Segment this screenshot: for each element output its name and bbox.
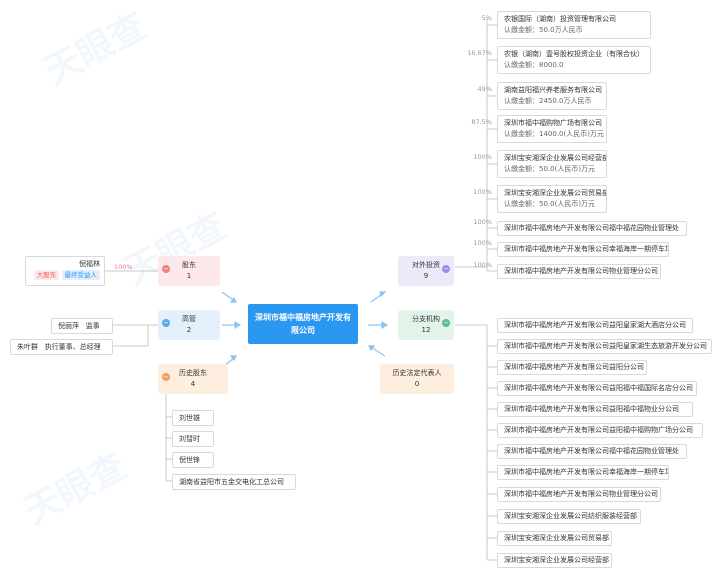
- investment-percent: 5%: [481, 14, 492, 22]
- branch-node[interactable]: 深圳宝安湘深企业发展公司纺织服装经营部: [497, 509, 641, 524]
- investment-capital: 认缴金额：50.0万人民币: [504, 26, 583, 34]
- investment-percent: 16.67%: [467, 49, 492, 57]
- category-branches[interactable]: 分支机构 12 −: [398, 310, 454, 340]
- investment-name: 深圳宝安湘深企业发展公司经营部: [504, 154, 607, 162]
- investment-percent: 100%: [473, 261, 492, 269]
- branch-node[interactable]: 深圳市福中福房地产开发有限公司益阳皇家湖大酒店分公司: [497, 318, 693, 333]
- executive-node[interactable]: 倪丽萍 监事: [51, 318, 113, 334]
- category-executives[interactable]: 高管 2 −: [158, 310, 220, 340]
- investment-capital: 认缴金额：8000.0: [504, 61, 564, 69]
- investment-node[interactable]: 湖南益阳福兴养老服务有限公司 认缴金额：2450.0万人民币: [497, 82, 607, 110]
- branch-node[interactable]: 深圳市福中福房地产开发有限公司益阳福中福购物广场分公司: [497, 423, 703, 438]
- collapse-icon[interactable]: −: [442, 265, 450, 273]
- branch-node[interactable]: 深圳宝安湘深企业发展公司经营部: [497, 553, 612, 568]
- executive-name: 倪丽萍: [58, 322, 79, 330]
- investment-capital: 认缴金额：2450.0万人民币: [504, 97, 592, 105]
- center-company-name: 深圳市福中福房地产开发有限公司: [255, 313, 351, 335]
- investment-capital: 认缴金额：1400.0(人民币)万元: [504, 130, 604, 138]
- category-shareholders[interactable]: 股东 1 −: [158, 256, 220, 286]
- executive-node[interactable]: 朱叶群 执行董事、总经理: [10, 339, 113, 355]
- shareholder-name: 倪福林: [79, 260, 100, 268]
- shareholder-node[interactable]: 倪福林 大股东 最终受益人: [25, 256, 105, 286]
- beneficiary-badge: 最终受益人: [61, 270, 100, 280]
- investment-node[interactable]: 农银国际（湖南）投资管理有限公司 认缴金额：50.0万人民币: [497, 11, 651, 39]
- collapse-icon[interactable]: −: [162, 319, 170, 327]
- branch-node[interactable]: 深圳市福中福房地产开发有限公司幸福海岸一期停车场: [497, 465, 669, 480]
- shareholder-percent: 100%: [114, 263, 133, 271]
- executive-role: 监事: [85, 322, 100, 330]
- branch-node[interactable]: 深圳宝安湘深企业发展公司贸易部: [497, 531, 612, 546]
- investment-name: 农银国际（湖南）投资管理有限公司: [504, 15, 616, 23]
- branch-node[interactable]: 深圳市福中福房地产开发有限公司益阳皇家湖生态旅游开发分公司: [497, 339, 712, 354]
- branch-node[interactable]: 深圳市福中福房地产开发有限公司益阳福中福国际名店分公司: [497, 381, 697, 396]
- investment-name: 深圳宝安湘深企业发展公司贸易部: [504, 189, 607, 197]
- category-history-shareholders[interactable]: 历史股东 4 −: [158, 364, 228, 394]
- investment-node[interactable]: 深圳市福中福房地产开发有限公司幸福海岸一期停车场: [497, 242, 669, 257]
- history-shareholder-node[interactable]: 湖南省益阳市五金交电化工总公司: [172, 474, 296, 490]
- history-shareholder-node[interactable]: 倪世锋: [172, 452, 214, 468]
- investment-node[interactable]: 深圳市福中福房地产开发有限公司物业管理分公司: [497, 264, 661, 279]
- investment-node[interactable]: 农银（湖南）壹号股权投资企业（有限合伙） 认缴金额：8000.0: [497, 46, 651, 74]
- executive-role: 执行董事、总经理: [44, 343, 101, 351]
- center-company-node[interactable]: 深圳市福中福房地产开发有限公司: [248, 304, 358, 344]
- category-label: 历史法定代表人: [392, 369, 442, 377]
- investment-name: 农银（湖南）壹号股权投资企业（有限合伙）: [504, 50, 644, 58]
- investment-name: 深圳市福中福购物广场有限公司: [504, 119, 602, 127]
- investment-percent: 100%: [473, 153, 492, 161]
- investment-name: 湖南益阳福兴养老服务有限公司: [504, 86, 602, 94]
- investment-percent: 49%: [477, 85, 492, 93]
- category-history-legal-rep[interactable]: 历史法定代表人 0: [380, 364, 454, 394]
- investment-capital: 认缴金额：50.0(人民币)万元: [504, 200, 596, 208]
- investment-node[interactable]: 深圳市福中福房地产开发有限公司福中福花园物业管理处: [497, 221, 687, 236]
- investment-percent: 100%: [473, 239, 492, 247]
- investment-node[interactable]: 深圳宝安湘深企业发展公司贸易部 认缴金额：50.0(人民币)万元: [497, 185, 607, 213]
- category-count: 0: [414, 380, 420, 388]
- investment-node[interactable]: 深圳市福中福购物广场有限公司 认缴金额：1400.0(人民币)万元: [497, 115, 607, 143]
- history-shareholder-node[interactable]: 刘彗时: [172, 431, 214, 447]
- major-shareholder-badge: 大股东: [33, 270, 60, 280]
- branch-node[interactable]: 深圳市福中福房地产开发有限公司福中福花园物业管理处: [497, 444, 687, 459]
- branch-node[interactable]: 深圳市福中福房地产开发有限公司益阳分公司: [497, 360, 647, 375]
- investment-percent: 100%: [473, 218, 492, 226]
- history-shareholder-node[interactable]: 刘世雄: [172, 410, 214, 426]
- investment-percent: 100%: [473, 188, 492, 196]
- investment-capital: 认缴金额：50.0(人民币)万元: [504, 165, 596, 173]
- connector-lines: [105, 18, 497, 561]
- investment-node[interactable]: 深圳宝安湘深企业发展公司经营部 认缴金额：50.0(人民币)万元: [497, 150, 607, 178]
- collapse-icon[interactable]: −: [442, 319, 450, 327]
- branch-node[interactable]: 深圳市福中福房地产开发有限公司物业管理分公司: [497, 487, 661, 502]
- collapse-icon[interactable]: −: [162, 265, 170, 273]
- branch-node[interactable]: 深圳市福中福房地产开发有限公司益阳福中福物业分公司: [497, 402, 693, 417]
- investment-percent: 87.5%: [471, 118, 492, 126]
- category-investments[interactable]: 对外投资 9 −: [398, 256, 454, 286]
- executive-name: 朱叶群: [17, 343, 38, 351]
- collapse-icon[interactable]: −: [162, 373, 170, 381]
